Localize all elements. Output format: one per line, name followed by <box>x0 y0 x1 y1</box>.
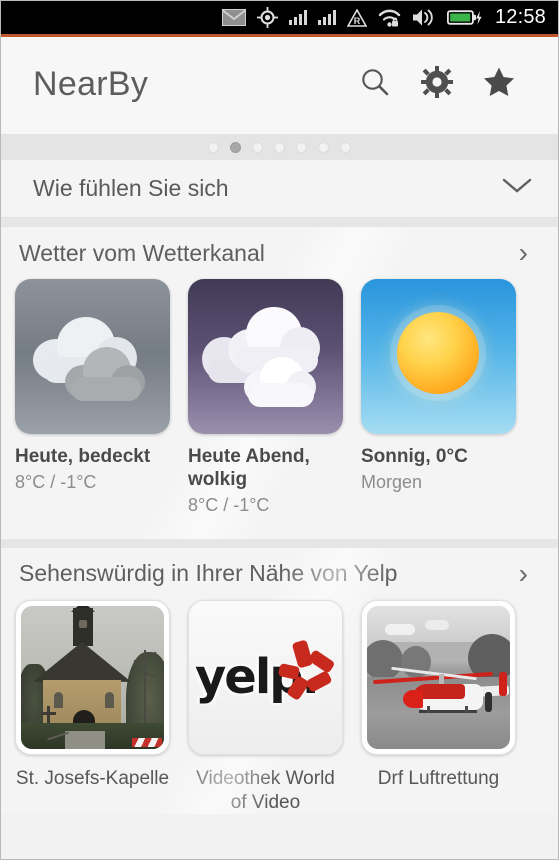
yelp-card-label: St. Josefs-Kapelle <box>15 767 170 789</box>
yelp-label-row: St. Josefs-Kapelle Videothek World of Vi… <box>1 755 558 815</box>
sun-icon <box>397 312 479 394</box>
yelp-section: Sehenswürdig in Ihrer Nähe von Yelp › ye… <box>1 547 558 815</box>
yelp-card-label: Videothek World of Video <box>196 767 335 813</box>
search-icon <box>360 67 390 102</box>
yelp-logo[interactable]: yelp. <box>188 599 343 755</box>
steps <box>65 730 105 749</box>
app-header: NearBy <box>1 34 558 134</box>
svg-text:R: R <box>354 16 361 26</box>
weather-card[interactable]: Heute Abend, wolkig 8°C / -1°C <box>188 279 343 517</box>
wifi-secure-icon <box>378 7 401 29</box>
page-dot-6[interactable] <box>318 141 329 153</box>
skid-leg <box>427 705 430 713</box>
page-dot-5[interactable] <box>296 141 307 153</box>
section-divider <box>1 538 558 548</box>
mood-section-title: Wie fühlen Sie sich <box>33 175 229 201</box>
person <box>485 691 492 712</box>
chevron-right-icon: › <box>518 237 528 268</box>
weather-section: Wetter vom Wetterkanal › Heute, bedeckt … <box>1 227 558 539</box>
weather-card-subtitle: Morgen <box>361 472 423 493</box>
page-dot-3[interactable] <box>252 141 263 153</box>
weather-card-title: Heute, bedeckt <box>15 446 151 467</box>
weather-card[interactable]: Sonnig, 0°C Morgen <box>361 279 516 517</box>
page-title: NearBy <box>33 64 149 103</box>
volume-icon <box>412 7 436 29</box>
skid-leg <box>465 705 468 713</box>
page-dot-2[interactable] <box>230 141 241 153</box>
cellular-signal-2-icon <box>317 7 336 29</box>
status-bar-clock: 12:58 <box>494 6 546 28</box>
star-icon <box>483 66 515 102</box>
chevron-down-icon <box>502 177 532 200</box>
roaming-icon: R <box>346 7 367 29</box>
settings-button[interactable] <box>406 53 468 115</box>
yelp-section-header[interactable]: Sehenswürdig in Ihrer Nähe von Yelp › <box>1 548 558 600</box>
cloudy-night-art[interactable] <box>188 279 343 434</box>
yelp-card-label: Drf Luftrettung <box>377 767 500 789</box>
cloud <box>425 619 449 630</box>
gear-icon <box>421 65 453 103</box>
favorites-button[interactable] <box>468 53 530 115</box>
bare-tree <box>144 649 146 728</box>
yelp-section-title: Sehenswürdig in Ihrer Nähe von Yelp <box>19 560 398 587</box>
cellular-signal-icon <box>288 7 307 29</box>
chapel-photo[interactable] <box>15 599 170 755</box>
window-left <box>54 691 63 708</box>
weather-card-title: Sonnig, 0°C <box>361 446 468 467</box>
weather-card[interactable]: Heute, bedeckt 8°C / -1°C <box>15 279 170 517</box>
phone-screen: R 12:58 NearBy Wie fühlen Sie sich Wette… <box>0 0 559 860</box>
sunny-art[interactable] <box>361 279 516 434</box>
weather-section-title: Wetter vom Wetterkanal <box>19 239 265 266</box>
window-right <box>105 691 114 708</box>
mood-section-toggle[interactable]: Wie fühlen Sie sich <box>1 160 558 218</box>
cloud <box>385 623 415 635</box>
weather-card-row: Heute, bedeckt 8°C / -1°C Heute Abend, w… <box>1 279 558 517</box>
weather-section-header[interactable]: Wetter vom Wetterkanal › <box>1 227 558 279</box>
yelp-card-row: yelp. <box>1 599 558 755</box>
search-button[interactable] <box>344 53 406 115</box>
battery-charging-icon <box>446 7 482 29</box>
weather-card-subtitle: 8°C / -1°C <box>188 495 270 516</box>
chevron-right-icon: › <box>518 557 528 589</box>
nose <box>403 689 423 708</box>
weather-card-subtitle: 8°C / -1°C <box>15 472 97 493</box>
weather-card-title: Heute Abend, wolkig <box>188 446 310 491</box>
photo-frame <box>21 605 164 749</box>
tail-fin <box>499 671 507 696</box>
page-dot-1[interactable] <box>208 141 219 153</box>
yelp-burst-icon <box>277 639 336 703</box>
photo-frame <box>367 605 510 749</box>
location-icon <box>256 7 278 29</box>
mail-icon <box>221 7 246 29</box>
helicopter-photo[interactable] <box>361 599 516 755</box>
section-divider <box>1 218 558 227</box>
page-dot-7[interactable] <box>340 141 351 153</box>
status-bar[interactable]: R 12:58 <box>1 1 558 37</box>
overcast-clouds-art[interactable] <box>15 279 170 434</box>
barrier <box>132 737 162 747</box>
page-indicator[interactable] <box>1 134 558 160</box>
tower-window <box>79 619 87 628</box>
page-dot-4[interactable] <box>274 141 285 153</box>
